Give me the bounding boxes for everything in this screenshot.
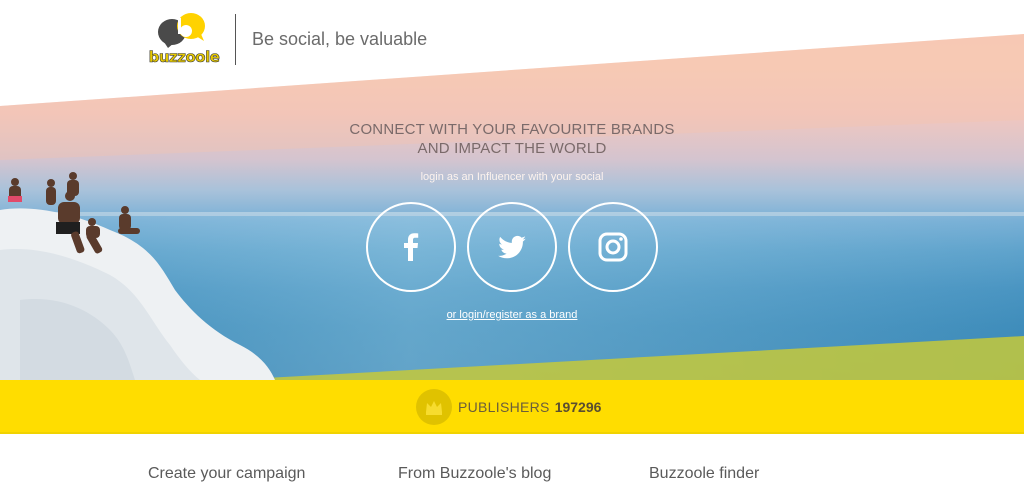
hero-headline: CONNECT WITH YOUR FAVOURITE BRANDS AND I…: [312, 120, 712, 158]
instagram-icon: [598, 232, 628, 262]
headline-line-2: AND IMPACT THE WORLD: [417, 140, 607, 157]
influencer-login-subline: login as an Influencer with your social: [420, 171, 604, 183]
finder-link[interactable]: Buzzoole finder: [649, 465, 759, 483]
headline-line-1: CONNECT WITH YOUR FAVOURITE BRANDS: [349, 121, 675, 138]
create-campaign-link[interactable]: Create your campaign: [148, 465, 305, 483]
publishers-counter: PUBLISHERS 197296: [416, 389, 601, 425]
brand-login-link[interactable]: or login/register as a brand: [412, 309, 612, 321]
publishers-bar: PUBLISHERS 197296: [0, 380, 1024, 434]
tagline: Be social, be valuable: [252, 29, 428, 49]
buzzoole-logo[interactable]: buzzoole: [146, 10, 222, 66]
twitter-icon: [498, 235, 526, 259]
crown-icon: [416, 389, 452, 425]
publishers-label: PUBLISHERS: [458, 399, 550, 415]
twitter-login-button[interactable]: [467, 202, 557, 292]
speech-bubble-logo-icon: [158, 13, 205, 48]
logo-wordmark: buzzoole: [148, 48, 220, 67]
publishers-count: 197296: [554, 399, 602, 415]
facebook-login-button[interactable]: [366, 202, 456, 292]
blog-link[interactable]: From Buzzoole's blog: [398, 465, 551, 483]
facebook-icon: [404, 233, 419, 261]
instagram-login-button[interactable]: [568, 202, 658, 292]
header-divider: [235, 14, 236, 65]
yellow-green-wedge: [230, 336, 1024, 380]
